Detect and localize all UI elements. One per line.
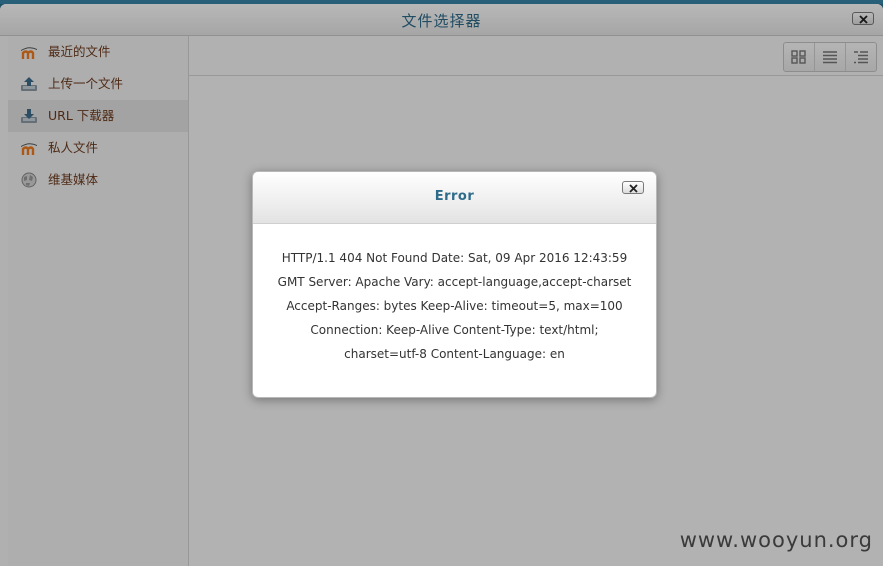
- error-message-line: HTTP/1.1 404 Not Found Date: Sat, 09 Apr…: [281, 251, 628, 265]
- error-dialog-close-button[interactable]: [622, 181, 644, 194]
- error-dialog-header: Error: [253, 172, 656, 224]
- error-message: HTTP/1.1 404 Not Found Date: Sat, 09 Apr…: [263, 246, 646, 366]
- error-message-line: charset=utf-8 Content-Language: en: [344, 347, 565, 361]
- close-icon: [629, 183, 638, 193]
- error-message-line: Accept-Ranges: bytes Keep-Alive: timeout…: [286, 299, 623, 313]
- error-dialog: Error HTTP/1.1 404 Not Found Date: Sat, …: [252, 171, 657, 398]
- watermark: www.wooyun.org: [679, 528, 873, 552]
- error-message-line: GMT Server: Apache Vary: accept-language…: [277, 275, 632, 289]
- error-message-line: Connection: Keep-Alive Content-Type: tex…: [310, 323, 599, 337]
- error-dialog-title: Error: [434, 189, 475, 204]
